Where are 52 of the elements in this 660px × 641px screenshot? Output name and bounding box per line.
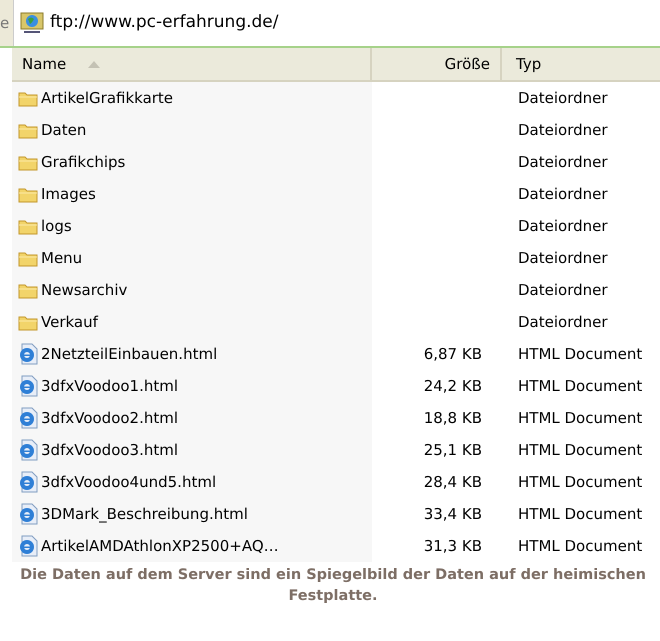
- file-size: 28,4 KB: [424, 472, 482, 491]
- caption: Die Daten auf dem Server sind ein Spiegelbild der Daten auf der heimischen Festplatte.: [19, 566, 647, 606]
- folder-icon: [18, 282, 38, 298]
- file-name[interactable]: Menu: [41, 246, 82, 270]
- file-type: HTML Document: [518, 344, 642, 363]
- file-type: HTML Document: [518, 504, 642, 523]
- file-name[interactable]: Verkauf: [41, 310, 98, 334]
- file-type: Dateiordner: [518, 280, 608, 299]
- file-type: HTML Document: [518, 536, 642, 555]
- folder-icon: [18, 154, 38, 170]
- file-type: HTML Document: [518, 472, 642, 491]
- web-page-icon: [18, 343, 38, 365]
- web-page-icon: [18, 407, 38, 429]
- file-type: Dateiordner: [518, 248, 608, 267]
- file-type: HTML Document: [518, 408, 642, 427]
- file-type: Dateiordner: [518, 152, 608, 171]
- web-page-icon: [18, 471, 38, 493]
- network-folder-icon: [20, 12, 44, 34]
- address-label: e: [0, 0, 14, 46]
- file-type: Dateiordner: [518, 120, 608, 139]
- web-page-icon: [18, 439, 38, 461]
- file-size: 33,4 KB: [424, 504, 482, 523]
- file-name[interactable]: Grafikchips: [41, 150, 126, 174]
- file-size: 6,87 KB: [424, 344, 482, 363]
- web-page-icon: [18, 535, 38, 557]
- sort-icon: [88, 60, 100, 68]
- file-type: Dateiordner: [518, 184, 608, 203]
- file-type: Dateiordner: [518, 88, 608, 107]
- folder-icon: [18, 122, 38, 138]
- file-type: Dateiordner: [518, 216, 608, 235]
- folder-icon: [18, 218, 38, 234]
- column-header[interactable]: Größe: [372, 48, 502, 80]
- file-name[interactable]: logs: [41, 214, 72, 238]
- file-size: 18,8 KB: [424, 408, 482, 427]
- file-size: 31,3 KB: [424, 536, 482, 555]
- file-name[interactable]: Images: [41, 182, 96, 206]
- web-page-icon: [18, 375, 38, 397]
- column-header[interactable]: Typ: [502, 48, 660, 80]
- file-type: HTML Document: [518, 376, 642, 395]
- file-name[interactable]: Daten: [41, 118, 86, 142]
- address-url: ftp://www.pc-erfahrung.de/: [50, 11, 278, 34]
- folder-icon: [18, 250, 38, 266]
- folder-icon: [18, 314, 38, 330]
- web-page-icon: [18, 503, 38, 525]
- file-type: Dateiordner: [518, 312, 608, 331]
- file-size: 25,1 KB: [424, 440, 482, 459]
- folder-icon: [18, 186, 38, 202]
- column-header[interactable]: Name: [12, 48, 372, 80]
- folder-icon: [18, 90, 38, 106]
- file-name[interactable]: Newsarchiv: [41, 278, 128, 302]
- file-type: HTML Document: [518, 440, 642, 459]
- file-size: 24,2 KB: [424, 376, 482, 395]
